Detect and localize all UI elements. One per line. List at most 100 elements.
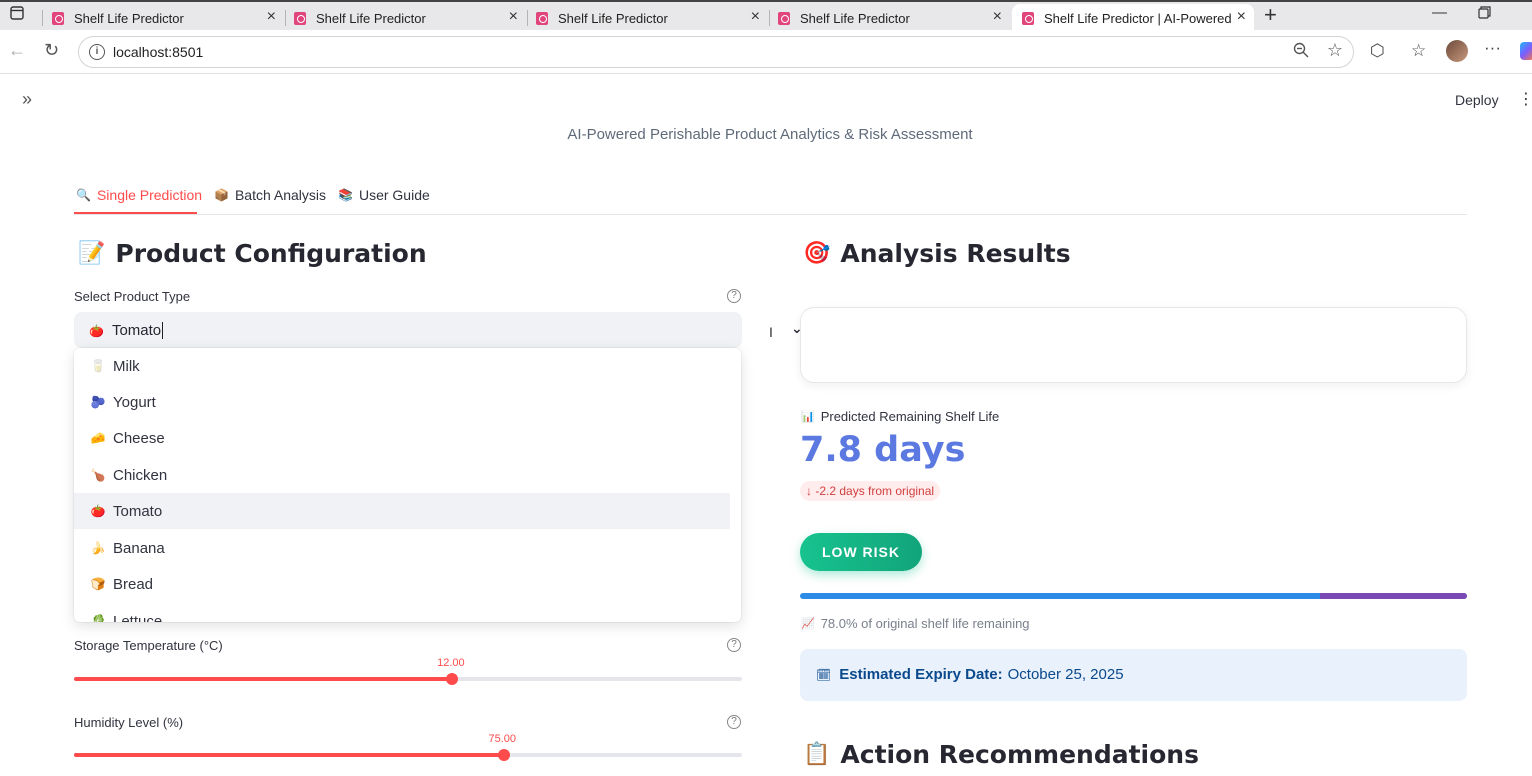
metric-delta-text: -2.2 days from original — [815, 484, 935, 498]
streamlit-app: » Deploy ⋮ AI-Powered Perishable Product… — [0, 75, 1532, 776]
temperature-label: Storage Temperature (°C) — [74, 638, 223, 653]
browser-tab-1[interactable]: Shelf Life Predictor × — [52, 4, 284, 32]
option-label: Tomato — [113, 502, 163, 520]
milk-icon: 🥛 — [90, 359, 106, 373]
browser-tab-2[interactable]: Shelf Life Predictor × — [294, 4, 526, 32]
progress-remaining-segment — [1320, 593, 1467, 599]
deploy-button[interactable]: Deploy — [1455, 92, 1499, 108]
browser-tab-bar: Shelf Life Predictor × Shelf Life Predic… — [0, 0, 1532, 32]
favorite-star-icon[interactable]: ☆ — [1327, 40, 1343, 61]
banana-icon: 🍌 — [90, 541, 106, 555]
tomato-icon: 🍅 — [90, 504, 106, 518]
shelf-life-progress-bar — [800, 593, 1467, 599]
tab-label: User Guide — [358, 187, 430, 203]
humidity-slider[interactable] — [74, 753, 742, 757]
favorites-icon[interactable]: ☆ — [1411, 41, 1426, 61]
risk-badge: LOW RISK — [800, 533, 922, 571]
magnifier-icon: 🔍 — [76, 188, 91, 202]
humidity-slider-thumb[interactable] — [497, 749, 510, 761]
option-milk[interactable]: 🥛 Milk — [74, 348, 730, 384]
option-label: Lettuce — [113, 612, 163, 623]
target-icon: 🎯 — [803, 241, 831, 266]
help-icon[interactable]: ? — [727, 289, 741, 303]
copilot-icon[interactable] — [1520, 42, 1532, 60]
temperature-slider-thumb[interactable] — [446, 673, 459, 685]
metric-label: 📊 Predicted Remaining Shelf Life — [801, 409, 999, 424]
temperature-slider[interactable] — [74, 677, 742, 681]
results-title: Analysis Results — [840, 239, 1071, 268]
expand-sidebar-icon[interactable]: » — [22, 89, 32, 110]
browser-tab-title: Shelf Life Predictor — [316, 10, 426, 26]
option-label: Banana — [113, 539, 165, 557]
close-tab-icon[interactable]: × — [509, 8, 518, 26]
new-tab-icon[interactable]: + — [1264, 2, 1277, 28]
url-field[interactable]: i localhost:8501 ☆ — [78, 36, 1354, 68]
clipboard-icon: 📋 — [803, 742, 831, 767]
lettuce-icon: 🥬 — [90, 614, 106, 622]
option-yogurt[interactable]: 🫐 Yogurt — [74, 384, 730, 420]
yogurt-icon: 🫐 — [90, 395, 106, 409]
humidity-label: Humidity Level (%) — [74, 715, 184, 730]
option-label: Chicken — [113, 466, 168, 484]
site-info-icon[interactable]: i — [89, 44, 105, 60]
remaining-text-value: 78.0% of original shelf life remaining — [820, 616, 1030, 631]
expiry-value: October 25, 2025 — [1007, 666, 1124, 683]
tab-label: Single Prediction — [96, 187, 203, 203]
tab-separator — [42, 10, 43, 26]
option-chicken[interactable]: 🍗 Chicken — [74, 457, 730, 493]
bar-chart-icon: 📊 — [801, 411, 815, 423]
product-type-select[interactable]: 🍅 Tomato I ⌄ — [74, 312, 803, 348]
expiry-info-box: 🗓 Estimated Expiry Date: October 25, 202… — [800, 649, 1467, 701]
cheese-icon: 🧀 — [90, 431, 106, 445]
browser-tab-title: Shelf Life Predictor — [74, 10, 184, 26]
tab-batch-analysis[interactable]: 📦 Batch Analysis — [214, 187, 326, 203]
temperature-value: 12.00 — [437, 657, 465, 669]
active-tab-indicator — [74, 212, 197, 214]
option-banana[interactable]: 🍌 Banana — [74, 530, 730, 566]
back-icon[interactable]: ← — [8, 40, 26, 61]
tab-user-guide[interactable]: 📚 User Guide — [338, 187, 430, 203]
close-tab-icon[interactable]: × — [1237, 8, 1246, 26]
close-tab-icon[interactable]: × — [751, 8, 760, 26]
results-heading: 🎯 Analysis Results — [803, 239, 1071, 268]
close-tab-icon[interactable]: × — [993, 8, 1002, 26]
chicken-icon: 🍗 — [90, 468, 106, 482]
option-cheese[interactable]: 🧀 Cheese — [74, 420, 730, 456]
browser-tab-3[interactable]: Shelf Life Predictor × — [536, 4, 768, 32]
streamlit-favicon-icon — [294, 11, 306, 25]
metric-label-text: Predicted Remaining Shelf Life — [820, 409, 1000, 424]
tab-label: Batch Analysis — [234, 187, 327, 203]
browser-address-bar: ← ↻ i localhost:8501 ☆ ⬡ ☆ ··· — [0, 30, 1532, 74]
browser-tab-active[interactable]: Shelf Life Predictor | AI-Powered A × — [1012, 4, 1254, 32]
url-text[interactable]: localhost:8501 — [113, 44, 203, 60]
minimize-icon[interactable]: — — [1432, 4, 1447, 21]
trend-chart-icon: 📈 — [801, 618, 815, 630]
product-type-value[interactable]: Tomato — [112, 322, 161, 339]
tab-single-prediction[interactable]: 🔍 Single Prediction — [76, 187, 202, 203]
help-icon[interactable]: ? — [727, 638, 741, 652]
actions-title: Action Recommendations — [840, 740, 1199, 769]
more-menu-icon[interactable]: ··· — [1484, 38, 1501, 58]
option-bread[interactable]: 🍞 Bread — [74, 566, 730, 602]
app-menu-icon[interactable]: ⋮ — [1518, 89, 1532, 109]
browser-tab-4[interactable]: Shelf Life Predictor × — [778, 4, 1010, 32]
option-tomato[interactable]: 🍅 Tomato — [74, 493, 730, 529]
streamlit-favicon-icon — [536, 11, 548, 25]
text-caret — [162, 322, 164, 339]
actions-heading: 📋 Action Recommendations — [803, 740, 1199, 769]
restore-icon[interactable] — [1478, 6, 1491, 23]
option-lettuce[interactable]: 🥬 Lettuce — [74, 603, 730, 623]
package-icon: 📦 — [214, 188, 229, 202]
extensions-icon[interactable]: ⬡ — [1370, 41, 1385, 61]
browser-tab-title: Shelf Life Predictor — [800, 10, 910, 26]
profile-avatar[interactable] — [1446, 40, 1468, 62]
config-heading: 📝 Product Configuration — [78, 239, 427, 268]
zoom-icon[interactable] — [1293, 42, 1309, 63]
tab-actions-icon[interactable] — [10, 6, 24, 24]
bread-icon: 🍞 — [90, 577, 106, 591]
reload-icon[interactable]: ↻ — [44, 40, 59, 61]
help-icon[interactable]: ? — [727, 715, 741, 729]
browser-tab-title: Shelf Life Predictor | AI-Powered A — [1044, 10, 1234, 26]
page-subtitle: AI-Powered Perishable Product Analytics … — [567, 126, 973, 143]
close-tab-icon[interactable]: × — [267, 8, 276, 26]
